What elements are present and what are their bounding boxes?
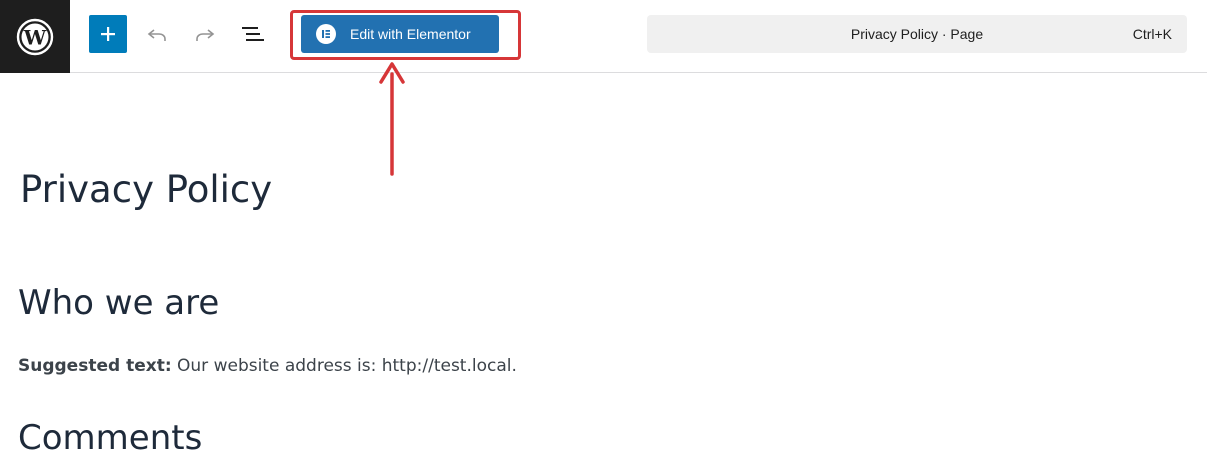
redo-button[interactable]	[191, 20, 219, 48]
plus-icon	[101, 27, 115, 41]
svg-text:W: W	[23, 25, 47, 49]
undo-icon	[147, 29, 166, 41]
add-block-button[interactable]	[89, 15, 127, 53]
annotation-arrow-icon	[379, 62, 405, 176]
heading-comments[interactable]: Comments	[18, 418, 202, 458]
document-overview-button[interactable]	[239, 20, 267, 48]
suggested-text-body: Our website address is: http://test.loca…	[171, 356, 517, 376]
elementor-logo-icon	[316, 24, 336, 44]
editor-page: W Edit with Elementor Privacy Policy · P…	[0, 0, 1207, 472]
post-title[interactable]: Privacy Policy	[20, 168, 272, 211]
document-title: Privacy Policy · Page	[850, 26, 984, 42]
command-palette-shortcut: Ctrl+K	[1132, 26, 1172, 42]
document-bar[interactable]: Privacy Policy · Page Ctrl+K	[647, 15, 1187, 53]
redo-icon	[196, 29, 215, 41]
suggested-text-label: Suggested text:	[18, 356, 172, 376]
editor-toolbar: W Edit with Elementor Privacy Policy · P…	[0, 0, 1207, 73]
list-view-icon	[242, 27, 264, 41]
heading-who-we-are[interactable]: Who we are	[18, 283, 219, 323]
paragraph-suggested-text[interactable]: Suggested text: Our website address is: …	[18, 356, 517, 376]
edit-with-elementor-label: Edit with Elementor	[350, 26, 471, 42]
wordpress-logo-icon[interactable]: W	[0, 0, 70, 73]
undo-button[interactable]	[143, 20, 171, 48]
edit-with-elementor-button[interactable]: Edit with Elementor	[301, 15, 499, 53]
